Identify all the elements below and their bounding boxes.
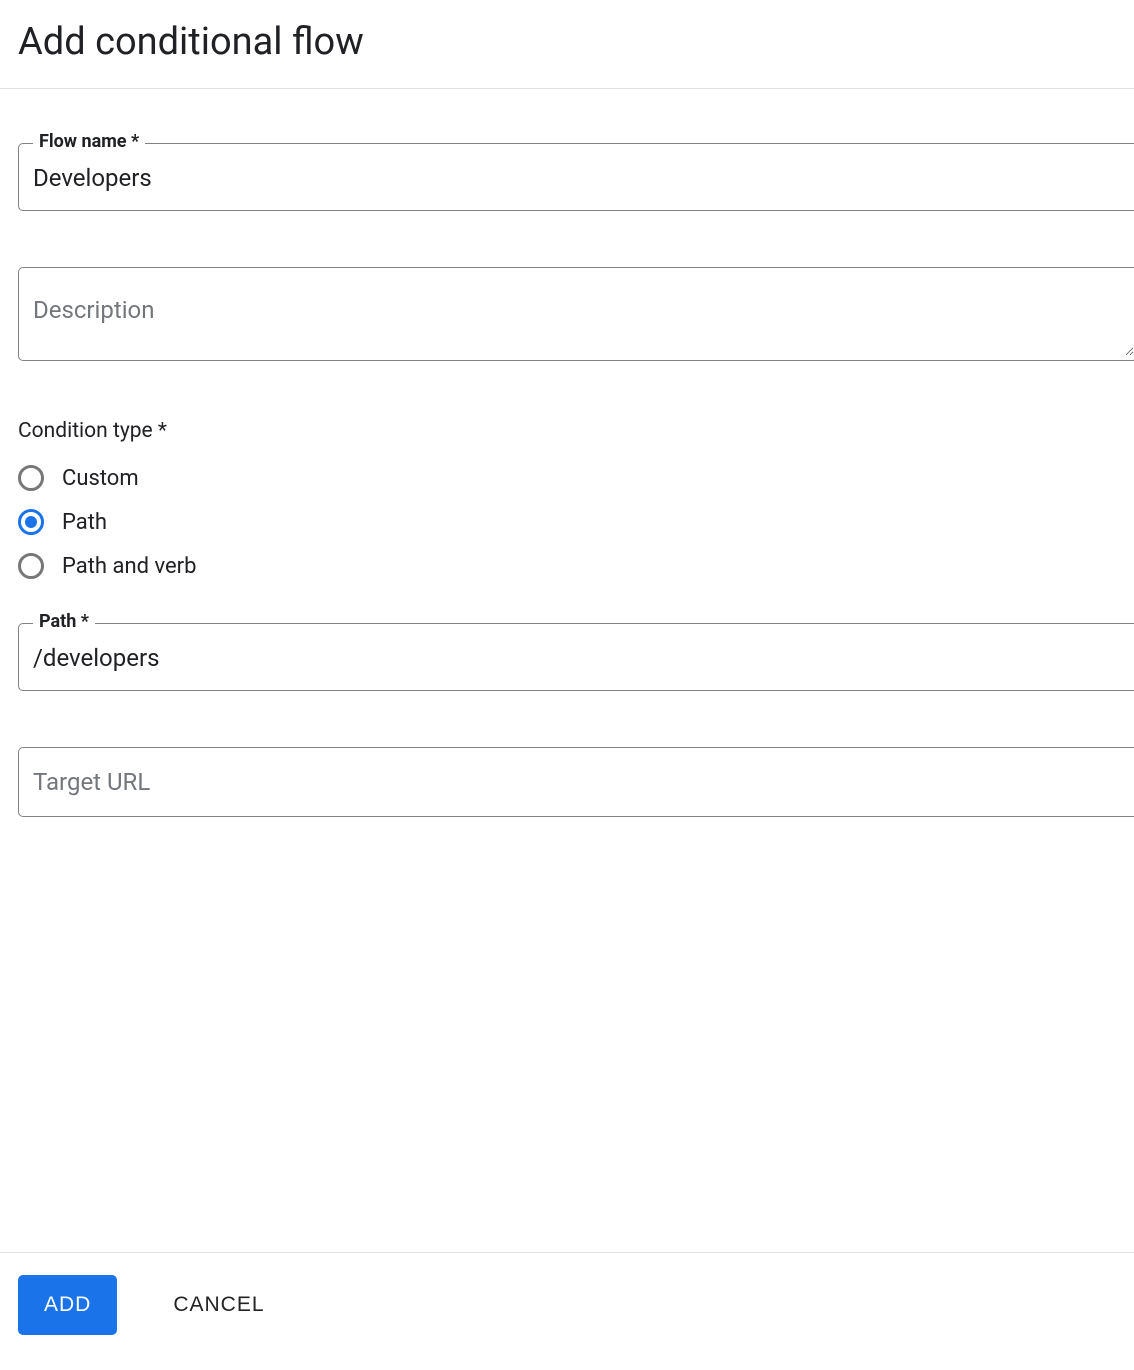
path-field-wrapper: Path *	[18, 623, 1134, 691]
description-textarea[interactable]	[19, 268, 1134, 356]
flow-name-label: Flow name *	[33, 131, 145, 152]
path-label: Path *	[33, 611, 95, 632]
radio-path-and-verb[interactable]: Path and verb	[18, 553, 1134, 579]
dialog-footer: ADD CANCEL	[0, 1252, 1134, 1357]
radio-path[interactable]: Path	[18, 509, 1134, 535]
radio-icon	[18, 553, 44, 579]
radio-icon	[18, 465, 44, 491]
radio-label-path: Path	[62, 510, 107, 535]
target-url-input[interactable]	[19, 748, 1134, 816]
cancel-button[interactable]: CANCEL	[173, 1275, 264, 1335]
condition-type-radio-group: Custom Path Path and verb	[18, 465, 1134, 579]
radio-label-custom: Custom	[62, 466, 139, 491]
path-input[interactable]	[19, 624, 1134, 690]
description-field-wrapper	[18, 267, 1134, 361]
dialog-header: Add conditional flow	[0, 0, 1134, 88]
condition-type-label: Condition type *	[18, 419, 1134, 443]
flow-name-field-wrapper: Flow name *	[18, 143, 1134, 211]
flow-name-input[interactable]	[19, 144, 1134, 210]
radio-custom[interactable]: Custom	[18, 465, 1134, 491]
add-button[interactable]: ADD	[18, 1275, 117, 1335]
radio-label-path-and-verb: Path and verb	[62, 554, 196, 579]
dialog-title: Add conditional flow	[18, 20, 1116, 64]
radio-icon	[18, 509, 44, 535]
target-url-field-wrapper	[18, 747, 1134, 817]
